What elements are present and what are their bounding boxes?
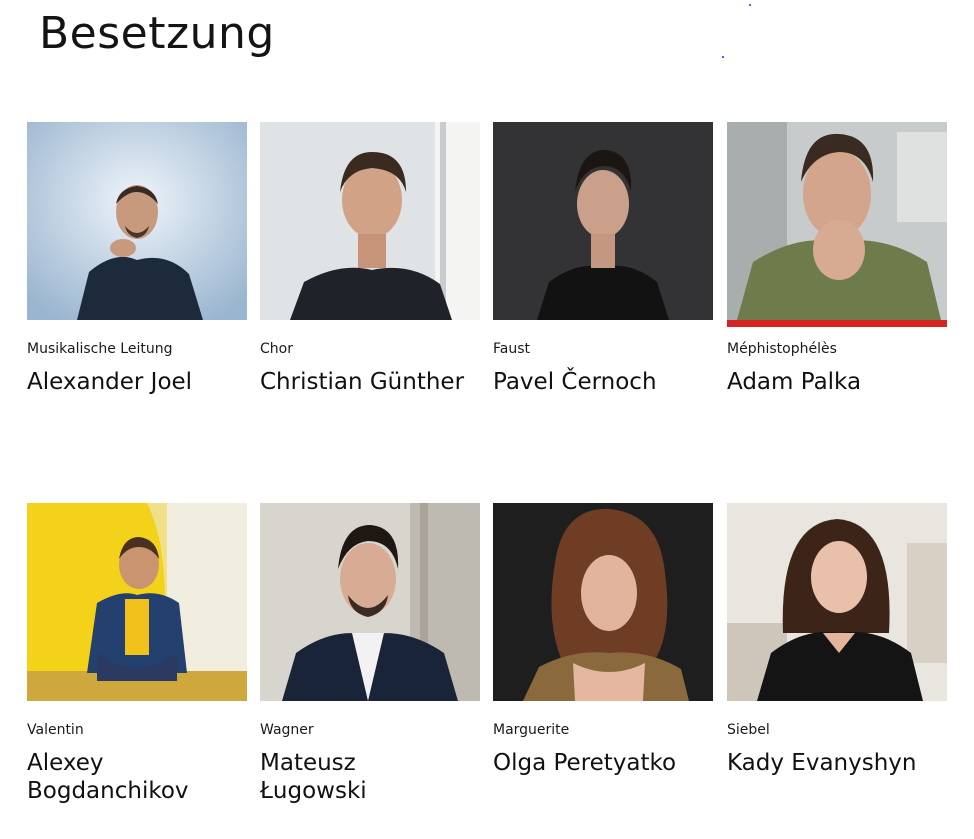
cast-role: Marguerite: [493, 722, 570, 738]
cast-role: Faust: [493, 341, 531, 357]
cast-card-christian-guenther[interactable]: Chor Christian Günther: [260, 122, 480, 396]
cast-photo[interactable]: [727, 122, 947, 320]
hover-accent-bar: [260, 701, 480, 708]
hover-accent-bar: [727, 701, 947, 708]
hover-accent-bar: [727, 320, 947, 327]
cast-photo[interactable]: [493, 122, 713, 320]
portrait-image: [493, 122, 713, 320]
decorative-dot: [749, 4, 751, 6]
hover-accent-bar: [27, 320, 247, 327]
hover-accent-bar: [493, 701, 713, 708]
portrait-image: [260, 122, 480, 320]
cast-card-olga-peretyatko[interactable]: Marguerite Olga Peretyatko: [493, 503, 713, 777]
hover-accent-bar: [493, 320, 713, 327]
page-title: Besetzung: [39, 8, 275, 59]
cast-role: Chor: [260, 341, 293, 357]
cast-photo[interactable]: [27, 503, 247, 701]
cast-card-alexey-bogdanchikov[interactable]: Valentin Alexey Bogdanchikov: [27, 503, 247, 805]
cast-card-pavel-cernoch[interactable]: Faust Pavel Černoch: [493, 122, 713, 396]
cast-card-kady-evanyshyn[interactable]: Siebel Kady Evanyshyn: [727, 503, 947, 777]
decorative-dot: [722, 56, 724, 58]
cast-name-link[interactable]: Olga Peretyatko: [493, 749, 713, 777]
portrait-image: [727, 503, 947, 701]
hover-accent-bar: [27, 701, 247, 708]
cast-name-link[interactable]: Alexander Joel: [27, 368, 247, 396]
cast-card-alexander-joel[interactable]: Musikalische Leitung Alexander Joel: [27, 122, 247, 396]
cast-role: Wagner: [260, 722, 314, 738]
cast-name-link[interactable]: Mateusz Ługowski: [260, 749, 390, 805]
cast-name-link[interactable]: Pavel Černoch: [493, 368, 713, 396]
cast-role: Méphistophélès: [727, 341, 837, 357]
cast-name-link[interactable]: Christian Günther: [260, 368, 480, 396]
cast-photo[interactable]: [260, 122, 480, 320]
cast-photo[interactable]: [27, 122, 247, 320]
cast-card-mateusz-lugowski[interactable]: Wagner Mateusz Ługowski: [260, 503, 480, 805]
portrait-image: [27, 122, 247, 320]
cast-card-adam-palka[interactable]: Méphistophélès Adam Palka: [727, 122, 947, 396]
portrait-image: [727, 122, 947, 320]
cast-role: Musikalische Leitung: [27, 341, 173, 357]
portrait-image: [27, 503, 247, 701]
portrait-image: [260, 503, 480, 701]
cast-name-link[interactable]: Kady Evanyshyn: [727, 749, 947, 777]
cast-photo[interactable]: [493, 503, 713, 701]
cast-photo[interactable]: [727, 503, 947, 701]
cast-role: Siebel: [727, 722, 770, 738]
cast-photo[interactable]: [260, 503, 480, 701]
cast-name-link[interactable]: Adam Palka: [727, 368, 947, 396]
portrait-image: [493, 503, 713, 701]
cast-name-link[interactable]: Alexey Bogdanchikov: [27, 749, 245, 805]
cast-role: Valentin: [27, 722, 84, 738]
hover-accent-bar: [260, 320, 480, 327]
